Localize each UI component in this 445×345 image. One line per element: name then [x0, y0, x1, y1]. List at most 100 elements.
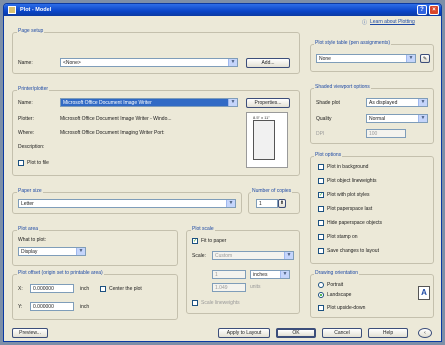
close-icon[interactable]: ×	[429, 5, 439, 15]
drawing-orientation-title: Drawing orientation	[314, 270, 360, 276]
chevron-down-icon: ▼	[228, 59, 237, 66]
units-label: units	[250, 284, 261, 290]
scale-units-input[interactable]: 1.049	[212, 283, 246, 292]
center-plot-label: Center the plot	[109, 286, 142, 292]
scale-value-input[interactable]: 1	[212, 270, 246, 279]
fit-to-paper-label: Fit to paper	[201, 238, 227, 244]
scale-label: Scale:	[192, 253, 206, 259]
paper-size-select[interactable]: Letter ▼	[18, 199, 236, 208]
copies-spinner[interactable]: ⬍	[278, 199, 286, 208]
plot-style-select[interactable]: None ▼	[316, 54, 416, 63]
orientation-preview-icon: A	[418, 286, 430, 300]
dpi-label: DPI	[316, 131, 325, 137]
paper-size-title: Paper size	[17, 188, 43, 194]
center-plot-checkbox[interactable]	[100, 286, 106, 292]
shaded-viewport-title: Shaded viewport options	[314, 84, 371, 90]
plot-area-title: Plot area	[17, 226, 40, 232]
plot-option-checkbox[interactable]	[318, 164, 324, 170]
add-page-setup-button[interactable]: Add...	[246, 58, 290, 68]
plot-option-label: Plot object lineweights	[327, 178, 377, 184]
plot-option-label: Save changes to layout	[327, 248, 379, 254]
description-label: Description:	[18, 144, 45, 150]
offset-y-input[interactable]: 0.000000	[30, 302, 74, 311]
scale-unit-select[interactable]: inches ▼	[250, 270, 290, 279]
where-value: Microsoft Office Document Imaging Writer…	[60, 130, 165, 136]
shade-plot-label: Shade plot	[316, 100, 340, 106]
plotter-label: Plotter:	[18, 116, 34, 122]
learn-about-plotting-link[interactable]: Learn about Plotting	[370, 19, 415, 25]
plot-option-checkbox[interactable]	[318, 178, 324, 184]
quality-select[interactable]: Normal ▼	[366, 114, 428, 123]
plotter-value: Microsoft Office Document Image Writer -…	[60, 116, 172, 122]
plot-to-file-checkbox[interactable]	[18, 160, 24, 166]
chevron-down-icon: ▼	[418, 99, 427, 106]
apply-to-layout-button[interactable]: Apply to Layout	[218, 328, 270, 338]
plot-option-label: Plot in background	[327, 164, 369, 170]
printer-name-select[interactable]: Microsoft Office Document Image Writer ▼	[60, 98, 238, 107]
fit-to-paper-checkbox[interactable]: ✓	[192, 238, 198, 244]
plot-option-label: Plot paperspace last	[327, 206, 373, 212]
plot-option-label: Plot with plot styles	[327, 192, 370, 198]
dpi-input[interactable]: 100	[366, 129, 406, 138]
page-setup-title: Page setup	[17, 28, 45, 34]
chevron-down-icon: ▼	[418, 115, 427, 122]
help-icon[interactable]: ?	[417, 5, 427, 15]
plot-option-label: Hide paperspace objects	[327, 220, 383, 226]
offset-x-label: X:	[18, 286, 23, 292]
chevron-down-icon: ▼	[406, 55, 415, 62]
upside-down-checkbox[interactable]	[318, 305, 324, 311]
preview-button[interactable]: Preview...	[12, 328, 48, 338]
printer-plotter-title: Printer/plotter	[17, 86, 50, 92]
where-label: Where:	[18, 130, 35, 136]
portrait-label: Portrait	[327, 282, 344, 288]
chevron-down-icon: ▼	[228, 99, 237, 106]
quality-label: Quality	[316, 116, 332, 122]
ok-button[interactable]: OK	[276, 328, 316, 338]
chevron-down-icon: ▼	[284, 252, 293, 259]
what-to-plot-select[interactable]: Display ▼	[18, 247, 86, 256]
more-options-button[interactable]: ‹	[418, 328, 432, 338]
cancel-button[interactable]: Cancel	[322, 328, 362, 338]
help-button[interactable]: Help	[368, 328, 408, 338]
scale-lineweights-checkbox[interactable]	[192, 300, 198, 306]
chevron-down-icon: ▼	[76, 248, 85, 255]
plot-style-table-title: Plot style table (pen assignments)	[314, 40, 392, 46]
offset-x-input[interactable]: 0.000000	[30, 284, 74, 293]
portrait-radio[interactable]	[318, 282, 324, 288]
scale-select[interactable]: Custom ▼	[212, 251, 294, 260]
plot-offset-group	[12, 274, 178, 320]
page-setup-name-label: Name:	[18, 60, 33, 66]
shade-plot-select[interactable]: As displayed ▼	[366, 98, 428, 107]
scale-lineweights-label: Scale lineweights	[201, 300, 240, 306]
landscape-label: Landscape	[327, 292, 352, 298]
plot-option-checkbox[interactable]	[318, 220, 324, 226]
plot-option-checkbox[interactable]	[318, 206, 324, 212]
dialog-title: Plot - Model	[20, 7, 52, 13]
what-to-plot-label: What to plot:	[18, 237, 47, 243]
plot-option-checkbox[interactable]	[318, 248, 324, 254]
info-icon: ⓘ	[362, 20, 368, 26]
app-icon	[8, 6, 16, 14]
plot-to-file-label: Plot to file	[27, 160, 49, 166]
edit-style-icon[interactable]: ✎	[420, 54, 430, 63]
printer-properties-button[interactable]: Properties...	[246, 98, 290, 108]
title-bar: Plot - Model ? ×	[4, 4, 441, 16]
page-setup-name-select[interactable]: <None> ▼	[60, 58, 238, 67]
copies-title: Number of copies	[251, 188, 293, 194]
plot-option-checkbox[interactable]: ✓	[318, 192, 324, 198]
paper-preview-sheet	[253, 120, 275, 160]
plot-option-label: Plot stamp on	[327, 234, 358, 240]
copies-input[interactable]: 1	[256, 199, 278, 208]
offset-x-unit: inch	[80, 286, 90, 292]
plot-options-title: Plot options	[314, 152, 343, 158]
offset-y-label: Y:	[18, 304, 23, 310]
chevron-down-icon: ▼	[226, 200, 235, 207]
plot-dialog: Plot - Model ? × Learn about Plotting ⓘ …	[3, 3, 442, 342]
plot-scale-title: Plot scale	[191, 226, 215, 232]
paper-preview: 8.5" x 11"	[246, 112, 288, 168]
upside-down-label: Plot upside-down	[327, 305, 366, 311]
printer-name-label: Name:	[18, 100, 33, 106]
landscape-radio[interactable]	[318, 292, 324, 298]
chevron-down-icon: ▼	[280, 271, 289, 278]
plot-option-checkbox[interactable]	[318, 234, 324, 240]
